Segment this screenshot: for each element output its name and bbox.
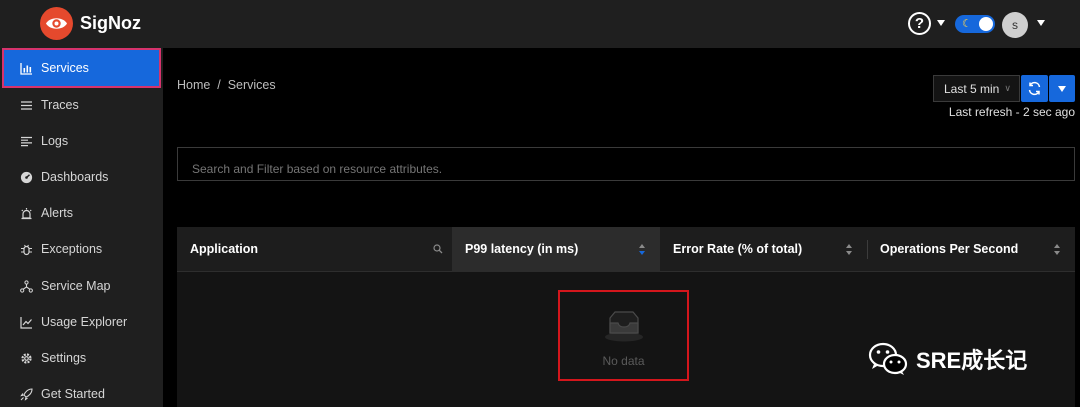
- column-header-error-rate[interactable]: Error Rate (% of total): [660, 227, 867, 272]
- time-range-value: Last 5 min: [944, 82, 1000, 96]
- signoz-logo[interactable]: [40, 7, 73, 40]
- bar-chart-icon: [20, 62, 32, 75]
- help-icon[interactable]: ?: [908, 12, 931, 35]
- sidebar-item-dashboards[interactable]: Dashboards: [0, 159, 163, 195]
- wechat-icon: [868, 342, 908, 375]
- sidebar-item-label: Usage Explorer: [41, 315, 128, 329]
- sidebar-item-label: Settings: [41, 351, 87, 365]
- resource-attribute-search-input[interactable]: [177, 147, 1075, 181]
- sidebar-item-label: Get Started: [41, 387, 105, 401]
- sidebar-item-label: Services: [41, 61, 89, 75]
- sidebar-item-get-started[interactable]: Get Started: [0, 376, 163, 407]
- column-header-operations-per-second[interactable]: Operations Per Second: [867, 227, 1075, 272]
- menu-icon: [21, 100, 32, 110]
- rocket-icon: [20, 387, 33, 401]
- eye-icon: [46, 18, 67, 29]
- alarm-icon: [21, 207, 32, 219]
- brand-name: SigNoz: [80, 13, 141, 33]
- sidebar-item-label: Traces: [41, 98, 79, 112]
- deployment-icon: [20, 279, 33, 293]
- toggle-knob: [979, 17, 993, 31]
- moon-icon: ☾: [962, 18, 972, 30]
- user-dropdown-icon[interactable]: [1037, 20, 1045, 26]
- refresh-options-button[interactable]: [1049, 75, 1075, 102]
- sync-icon: [1028, 81, 1041, 96]
- sidebar-item-traces[interactable]: Traces: [0, 87, 163, 123]
- gear-icon: [21, 352, 32, 364]
- sidebar-item-alerts[interactable]: Alerts: [0, 195, 163, 231]
- help-dropdown-icon[interactable]: [937, 20, 945, 26]
- chevron-down-icon: ∨: [1004, 83, 1011, 93]
- caret-down-icon: [1058, 86, 1066, 92]
- breadcrumb: Home / Services: [177, 78, 276, 92]
- watermark-text: SRE成长记: [916, 348, 1028, 373]
- sidebar-item-logs[interactable]: Logs: [0, 123, 163, 159]
- sidebar-item-label: Logs: [41, 134, 69, 148]
- sidebar-item-service-map[interactable]: Service Map: [0, 268, 163, 304]
- sort-icon: [639, 244, 645, 255]
- sidebar-item-label: Exceptions: [41, 242, 103, 256]
- sort-icon: [846, 244, 852, 255]
- inbox-empty-icon: [605, 311, 643, 342]
- sidebar-item-exceptions[interactable]: Exceptions: [0, 231, 163, 267]
- sidebar-item-settings[interactable]: Settings: [0, 340, 163, 376]
- sidebar-item-services[interactable]: Services: [2, 48, 161, 88]
- sort-icon: [1054, 244, 1060, 255]
- last-refresh-text: Last refresh - 2 sec ago: [948, 105, 1075, 119]
- sidebar-item-usage-explorer[interactable]: Usage Explorer: [0, 304, 163, 340]
- align-left-icon: [21, 136, 32, 146]
- avatar[interactable]: s: [1002, 12, 1028, 38]
- no-data-text: No data: [602, 354, 645, 368]
- column-divider: [867, 240, 868, 259]
- column-header-application[interactable]: Application: [177, 227, 452, 272]
- search-icon[interactable]: [433, 244, 443, 254]
- sidebar-item-label: Alerts: [41, 206, 73, 220]
- theme-toggle[interactable]: ☾: [955, 15, 995, 33]
- top-header: SigNoz ? ☾ s: [0, 0, 1080, 48]
- sidebar-item-label: Dashboards: [41, 170, 109, 184]
- dashboard-icon: [20, 171, 33, 183]
- time-range-select[interactable]: Last 5 min ∨: [933, 75, 1020, 102]
- bug-icon: [21, 244, 32, 255]
- services-table-header: Application P99 latency (in ms) Error Ra…: [177, 227, 1075, 272]
- sidebar-item-label: Service Map: [41, 279, 111, 293]
- column-header-p99-latency[interactable]: P99 latency (in ms): [452, 227, 660, 272]
- watermark: SRE成长记: [868, 341, 1027, 377]
- line-chart-icon: [20, 316, 32, 329]
- refresh-button[interactable]: [1021, 75, 1048, 102]
- sidebar: Services Traces Logs Dashboards Alerts E…: [0, 48, 163, 407]
- empty-state: No data: [558, 290, 689, 381]
